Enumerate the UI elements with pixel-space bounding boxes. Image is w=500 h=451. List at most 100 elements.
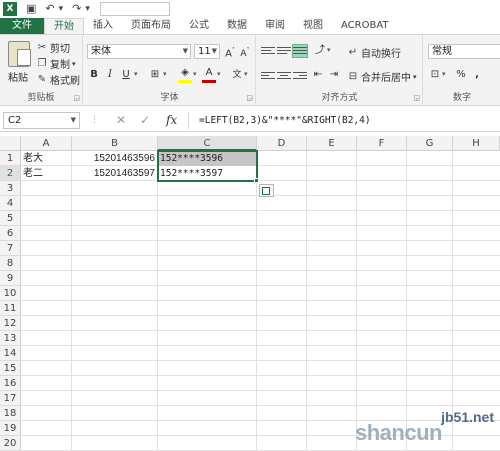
- cell-a1[interactable]: 老大: [21, 151, 71, 166]
- column-header-e[interactable]: E: [307, 136, 357, 151]
- title-search-box[interactable]: [99, 2, 170, 16]
- row-header-20[interactable]: 20: [0, 436, 21, 451]
- decrease-indent-button[interactable]: ⇤: [311, 68, 325, 82]
- column-header-a[interactable]: A: [21, 136, 72, 151]
- tab-insert[interactable]: 插入: [84, 18, 122, 34]
- row-header-2[interactable]: 2: [0, 166, 21, 181]
- name-box[interactable]: C2 ▼: [3, 112, 80, 129]
- column-header-g[interactable]: G: [407, 136, 453, 151]
- row-header-19[interactable]: 19: [0, 421, 21, 436]
- row-header-4[interactable]: 4: [0, 196, 21, 211]
- cell-b2[interactable]: 15201463597: [72, 166, 157, 181]
- font-color-button[interactable]: A: [202, 66, 216, 80]
- formula-input[interactable]: =LEFT(B2,3)&"****"&RIGHT(B2,4): [188, 112, 500, 129]
- cut-button[interactable]: ✂ 剪切: [36, 40, 70, 56]
- tab-formulas[interactable]: 公式: [180, 18, 218, 34]
- font-size-select[interactable]: 11 ▼: [194, 44, 220, 59]
- accounting-format-button[interactable]: ⊡: [428, 68, 442, 82]
- fill-handle[interactable]: [254, 178, 259, 183]
- save-icon[interactable]: ▣: [26, 2, 36, 16]
- alignment-launcher-icon[interactable]: ◲: [413, 94, 420, 102]
- row-header-9[interactable]: 9: [0, 271, 21, 286]
- copy-dropdown-icon[interactable]: ▾: [72, 60, 76, 68]
- align-left-icon[interactable]: [261, 70, 275, 82]
- row-header-10[interactable]: 10: [0, 286, 21, 301]
- tab-data[interactable]: 数据: [218, 18, 256, 34]
- select-all-button[interactable]: [0, 136, 21, 151]
- cell-a2[interactable]: 老二: [21, 166, 71, 181]
- excel-logo-icon[interactable]: X: [3, 2, 17, 16]
- redo-dropdown-icon[interactable]: ▾: [85, 2, 90, 16]
- comma-button[interactable]: ,: [470, 68, 484, 82]
- middle-align-icon[interactable]: [277, 45, 291, 57]
- row-header-13[interactable]: 13: [0, 331, 21, 346]
- fill-color-button[interactable]: ◈: [178, 66, 192, 80]
- row-header-15[interactable]: 15: [0, 361, 21, 376]
- tab-home[interactable]: 开始: [44, 18, 84, 34]
- cell-c1[interactable]: 152****3596: [158, 151, 256, 166]
- row-header-12[interactable]: 12: [0, 316, 21, 331]
- align-right-icon[interactable]: [293, 70, 307, 82]
- underline-button[interactable]: U: [119, 68, 133, 82]
- phonetic-dropdown-icon[interactable]: ▾: [244, 70, 248, 78]
- tab-acrobat[interactable]: ACROBAT: [332, 18, 398, 34]
- undo-icon[interactable]: ↶: [45, 2, 54, 16]
- row-header-7[interactable]: 7: [0, 241, 21, 256]
- row-header-11[interactable]: 11: [0, 301, 21, 316]
- align-center-icon[interactable]: [277, 70, 291, 82]
- cell-c2[interactable]: 152****3597: [158, 166, 256, 181]
- tab-view[interactable]: 视图: [294, 18, 332, 34]
- tab-file[interactable]: 文件: [0, 18, 44, 34]
- redo-icon[interactable]: ↷: [72, 2, 81, 16]
- column-header-f[interactable]: F: [357, 136, 407, 151]
- orientation-button[interactable]: ⤴: [313, 44, 327, 58]
- column-header-d[interactable]: D: [257, 136, 307, 151]
- borders-dropdown-icon[interactable]: ▾: [163, 70, 167, 78]
- row-header-1[interactable]: 1: [0, 151, 21, 166]
- quick-analysis-icon[interactable]: [259, 184, 274, 197]
- row-header-17[interactable]: 17: [0, 391, 21, 406]
- italic-button[interactable]: I: [103, 68, 117, 82]
- insert-function-icon[interactable]: fx: [166, 113, 177, 127]
- row-header-14[interactable]: 14: [0, 346, 21, 361]
- accounting-dropdown-icon[interactable]: ▾: [442, 70, 446, 78]
- paste-button[interactable]: 粘贴: [8, 69, 28, 84]
- borders-button[interactable]: ⊞: [148, 68, 162, 82]
- format-painter-button[interactable]: ✎ 格式刷: [36, 72, 80, 88]
- row-header-6[interactable]: 6: [0, 226, 21, 241]
- increase-indent-button[interactable]: ⇥: [327, 68, 341, 82]
- paste-icon[interactable]: [8, 41, 31, 67]
- shrink-font-button[interactable]: A˅: [238, 44, 252, 59]
- enter-icon[interactable]: ✓: [140, 113, 150, 127]
- tab-page-layout[interactable]: 页面布局: [122, 18, 180, 34]
- column-header-c[interactable]: C: [158, 136, 257, 151]
- cell-b1[interactable]: 15201463596: [72, 151, 157, 166]
- cancel-icon[interactable]: ✕: [116, 113, 126, 127]
- formula-bar-grip-icon[interactable]: ⋮: [90, 115, 99, 125]
- tab-review[interactable]: 审阅: [256, 18, 294, 34]
- orientation-dropdown-icon[interactable]: ▾: [327, 46, 331, 54]
- column-header-h[interactable]: H: [453, 136, 500, 151]
- row-header-8[interactable]: 8: [0, 256, 21, 271]
- phonetic-button[interactable]: 文: [230, 68, 244, 82]
- percent-button[interactable]: %: [454, 68, 468, 82]
- wrap-text-button[interactable]: ↵ 自动换行: [347, 45, 401, 61]
- number-format-select[interactable]: 常规: [428, 44, 500, 59]
- merge-center-button[interactable]: ⊟ 合并后居中 ▾: [347, 69, 417, 85]
- merge-dropdown-icon[interactable]: ▾: [413, 73, 417, 81]
- row-header-3[interactable]: 3: [0, 181, 21, 196]
- underline-dropdown-icon[interactable]: ▾: [134, 70, 138, 78]
- top-align-icon[interactable]: [261, 45, 275, 57]
- clipboard-launcher-icon[interactable]: ◲: [73, 94, 80, 102]
- copy-button[interactable]: ❐ 复制 ▾: [36, 56, 76, 72]
- grow-font-button[interactable]: A˄: [223, 44, 237, 59]
- bottom-align-icon[interactable]: [292, 44, 308, 58]
- row-header-18[interactable]: 18: [0, 406, 21, 421]
- font-name-select[interactable]: 宋体 ▼: [87, 44, 191, 59]
- fill-color-dropdown-icon[interactable]: ▾: [193, 70, 197, 78]
- column-header-b[interactable]: B: [72, 136, 158, 151]
- spreadsheet-grid[interactable]: A B C D E F G H 1 2 3 4 5 6 7 8 9 10 11 12 13 14 15 16 1…: [0, 136, 500, 451]
- row-header-16[interactable]: 16: [0, 376, 21, 391]
- font-color-dropdown-icon[interactable]: ▾: [217, 70, 221, 78]
- undo-dropdown-icon[interactable]: ▾: [59, 2, 64, 16]
